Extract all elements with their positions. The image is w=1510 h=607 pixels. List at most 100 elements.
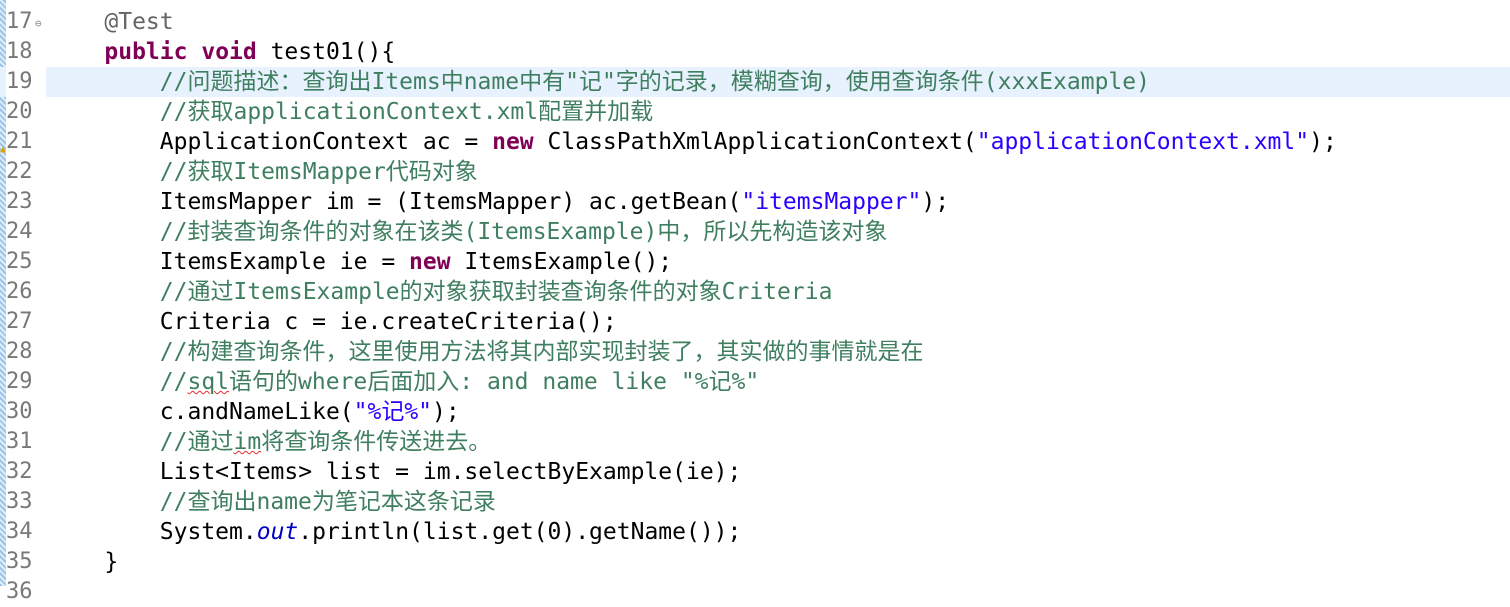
line-number: 26 bbox=[6, 279, 33, 304]
code-token: //获取applicationContext.xml配置并加载 bbox=[159, 99, 654, 125]
code-token: //封装查询条件的对象在该类(ItemsExample)中，所以先构造该对象 bbox=[159, 219, 888, 245]
code-token: sql bbox=[187, 369, 230, 395]
code-token: ClassPathXmlApplicationContext( bbox=[533, 129, 977, 155]
line-number: 22 bbox=[6, 159, 33, 184]
code-line[interactable]: 26 //通过ItemsExample的对象获取封装查询条件的对象Criteri… bbox=[0, 277, 1510, 307]
code-text: @Test bbox=[49, 7, 174, 37]
code-text: //sql语句的where后面加入: and name like "%记%" bbox=[49, 367, 759, 397]
code-token: @Test bbox=[104, 9, 174, 35]
code-text: Criteria c = ie.createCriteria(); bbox=[49, 307, 617, 337]
code-token: ItemsExample(); bbox=[450, 249, 673, 275]
code-token: //通过 bbox=[159, 429, 234, 455]
code-line[interactable]: 19 //问题描述：查询出Items中name中有"记"字的记录，模糊查询，使用… bbox=[0, 67, 1510, 97]
code-token: List<Items> list = im.selectByExample(ie… bbox=[49, 459, 742, 485]
code-token: "%记%" bbox=[353, 399, 433, 425]
code-text: List<Items> list = im.selectByExample(ie… bbox=[49, 457, 742, 487]
code-token: // bbox=[159, 369, 188, 395]
code-token: "applicationContext.xml" bbox=[976, 129, 1310, 155]
code-text: //封装查询条件的对象在该类(ItemsExample)中，所以先构造该对象 bbox=[49, 217, 888, 247]
code-line[interactable]: 28 //构建查询条件，这里使用方法将其内部实现封装了，其实做的事情就是在 bbox=[0, 337, 1510, 367]
code-text: c.andNameLike("%记%"); bbox=[49, 397, 460, 427]
code-line[interactable]: 36 bbox=[0, 577, 1510, 607]
code-token: .println(list.get(0).getName()); bbox=[298, 519, 742, 545]
code-line[interactable]: 18 public void test01(){ bbox=[0, 37, 1510, 67]
code-line[interactable]: 20 //获取applicationContext.xml配置并加载 bbox=[0, 97, 1510, 127]
code-line[interactable]: 34 System.out.println(list.get(0).getNam… bbox=[0, 517, 1510, 547]
code-text: } bbox=[49, 547, 118, 577]
code-text: //获取applicationContext.xml配置并加载 bbox=[49, 97, 653, 127]
code-text: ItemsMapper im = (ItemsMapper) ac.getBea… bbox=[49, 187, 949, 217]
line-number: 34 bbox=[6, 519, 33, 544]
code-line[interactable]: 33 //查询出name为笔记本这条记录 bbox=[0, 487, 1510, 517]
line-number: 36 bbox=[6, 579, 33, 604]
code-token: new bbox=[492, 129, 534, 155]
code-token: //构建查询条件，这里使用方法将其内部实现封装了，其实做的事情就是在 bbox=[159, 339, 924, 365]
code-token: //查询出name为笔记本这条记录 bbox=[159, 489, 496, 515]
code-line[interactable]: 35 } bbox=[0, 547, 1510, 577]
code-token: System. bbox=[49, 519, 257, 545]
code-token: //问题描述：查询出Items中name中有"记"字的记录，模糊查询，使用查询条… bbox=[159, 69, 1150, 95]
code-text: ItemsExample ie = new ItemsExample(); bbox=[49, 247, 672, 277]
code-text: ApplicationContext ac = new ClassPathXml… bbox=[49, 127, 1337, 157]
code-token: im bbox=[233, 429, 262, 455]
code-token: new bbox=[409, 249, 451, 275]
code-text: //构建查询条件，这里使用方法将其内部实现封装了，其实做的事情就是在 bbox=[49, 337, 924, 367]
code-line[interactable]: 29 //sql语句的where后面加入: and name like "%记%… bbox=[0, 367, 1510, 397]
code-token: ItemsExample ie = bbox=[49, 249, 410, 275]
code-token: //获取ItemsMapper代码对象 bbox=[159, 159, 478, 185]
code-token: test01(){ bbox=[256, 39, 396, 65]
code-line[interactable]: 23 ItemsMapper im = (ItemsMapper) ac.get… bbox=[0, 187, 1510, 217]
code-text: public void test01(){ bbox=[49, 37, 395, 67]
code-text: //查询出name为笔记本这条记录 bbox=[49, 487, 496, 517]
code-token: } bbox=[49, 549, 119, 575]
code-line[interactable]: 21 ▲ ApplicationContext ac = new ClassPat… bbox=[0, 127, 1510, 157]
code-line[interactable]: 24 //封装查询条件的对象在该类(ItemsExample)中，所以先构造该对… bbox=[0, 217, 1510, 247]
code-line[interactable]: 27 Criteria c = ie.createCriteria(); bbox=[0, 307, 1510, 337]
code-editor[interactable]: 17 ⊖ @Test 18 public void test01(){19 //问题… bbox=[0, 7, 1510, 607]
line-number: 25 bbox=[6, 249, 33, 274]
line-number: 28 bbox=[6, 339, 33, 364]
code-token: Criteria c = ie.createCriteria(); bbox=[49, 309, 617, 335]
line-number: 19 bbox=[6, 67, 46, 97]
code-line[interactable]: 32 List<Items> list = im.selectByExample… bbox=[0, 457, 1510, 487]
code-token: 将查询条件传送进去。 bbox=[261, 429, 492, 455]
code-line[interactable]: 25 ItemsExample ie = new ItemsExample(); bbox=[0, 247, 1510, 277]
code-text: //通过im将查询条件传送进去。 bbox=[49, 427, 491, 457]
code-token: public bbox=[104, 39, 188, 65]
line-number: 18 bbox=[6, 39, 33, 64]
line-number: 30 bbox=[6, 399, 33, 424]
code-line[interactable]: 22 //获取ItemsMapper代码对象 bbox=[0, 157, 1510, 187]
code-token: //通过ItemsExample的对象获取封装查询条件的对象Criteria bbox=[159, 279, 833, 305]
line-number: 29 bbox=[6, 369, 33, 394]
line-number: 35 bbox=[6, 549, 33, 574]
line-number: 31 bbox=[6, 429, 33, 454]
code-token: ); bbox=[921, 189, 950, 215]
line-number: 20 bbox=[6, 99, 33, 124]
code-text: //获取ItemsMapper代码对象 bbox=[49, 157, 478, 187]
collapse-icon[interactable]: ⊖ bbox=[35, 9, 42, 39]
code-line[interactable]: 31 //通过im将查询条件传送进去。 bbox=[0, 427, 1510, 457]
code-text: System.out.println(list.get(0).getName()… bbox=[49, 517, 742, 547]
line-number: 27 bbox=[6, 309, 33, 334]
code-text: //通过ItemsExample的对象获取封装查询条件的对象Criteria bbox=[49, 277, 833, 307]
code-token: c.andNameLike( bbox=[49, 399, 354, 425]
code-token: ); bbox=[432, 399, 460, 425]
line-number: 23 bbox=[6, 189, 33, 214]
line-number: 33 bbox=[6, 489, 33, 514]
code-token: void bbox=[201, 39, 257, 65]
line-number: 21 bbox=[6, 129, 33, 154]
code-line[interactable]: 17 ⊖ @Test bbox=[0, 7, 1510, 37]
code-line[interactable]: 30 c.andNameLike("%记%"); bbox=[0, 397, 1510, 427]
